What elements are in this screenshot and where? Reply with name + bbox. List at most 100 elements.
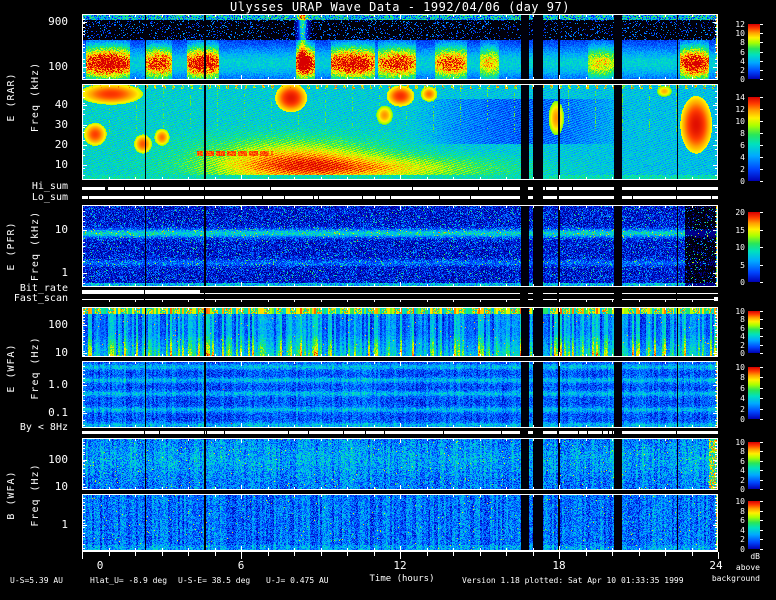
ytick-label: 900 xyxy=(48,15,68,28)
colorbar-label: 6 xyxy=(740,383,745,393)
time-tick xyxy=(453,552,454,556)
colorbar-label: 0 xyxy=(740,75,745,84)
time-tick xyxy=(639,552,640,556)
ytick-label: 10 xyxy=(54,346,68,359)
colorbar-tick xyxy=(760,409,763,410)
colorbar-label: 6 xyxy=(740,516,745,526)
ephemeris-item-2: U-S-E= 38.5 deg xyxy=(178,576,251,585)
time-tick xyxy=(188,552,189,556)
ytick-label: 0.1 xyxy=(48,406,68,419)
urap-wave-data-plot: Ulysses URAP Wave Data - 1992/04/06 (day… xyxy=(0,0,776,600)
ytick-label: 1.0 xyxy=(48,378,68,391)
time-tick xyxy=(109,552,110,556)
colorbar-label: 5 xyxy=(740,260,745,270)
colorbar-rar-high xyxy=(748,24,760,79)
time-tick xyxy=(215,552,216,556)
colorbar-tick xyxy=(760,157,763,158)
colorbar-label: 8 xyxy=(740,38,745,48)
time-tick xyxy=(533,552,534,556)
colorbar-tick xyxy=(760,520,763,521)
colorbar-tick xyxy=(760,489,763,490)
colorbar-label: 6 xyxy=(740,456,745,466)
colorbar-label: 10 xyxy=(735,243,745,252)
instrument-label-3: B (WFA) xyxy=(6,470,17,520)
colorbar-label: 10 xyxy=(735,497,745,506)
colorbar-tick xyxy=(760,367,763,368)
ephemeris-item-3: U-J= 0.475 AU xyxy=(266,576,329,585)
time-tick xyxy=(586,552,587,556)
hour-label: 6 xyxy=(237,559,245,572)
colorbar-label: 2 xyxy=(740,404,745,414)
colorbar-wfa-e-lo xyxy=(748,367,760,419)
colorbar-tick xyxy=(760,336,763,337)
strip-lo-sum xyxy=(82,196,718,201)
time-tick xyxy=(692,552,693,556)
plot-title: Ulysses URAP Wave Data - 1992/04/06 (day… xyxy=(230,0,570,14)
colorbar-label: 6 xyxy=(740,141,745,150)
colorbar-tick xyxy=(760,549,763,550)
time-tick xyxy=(718,552,719,559)
spectrogram-wfa-b-high xyxy=(82,438,718,490)
colorbar-rar-low xyxy=(748,97,760,181)
colorbar-tick xyxy=(760,398,763,399)
colorbar-wfa-e-hi xyxy=(748,311,760,353)
colorbar-tick xyxy=(760,145,763,146)
ytick-label: 1 xyxy=(61,518,68,531)
time-tick xyxy=(347,552,348,556)
colorbar-tick xyxy=(760,282,763,283)
colorbar-tick xyxy=(760,419,763,420)
hour-label: 12 xyxy=(393,559,407,572)
ephemeris-item-1: Hlat_U= -8.9 deg xyxy=(90,576,168,585)
time-tick xyxy=(480,552,481,556)
colorbar-label: 4 xyxy=(740,466,745,476)
ytick-label: 100 xyxy=(48,453,68,466)
time-tick xyxy=(294,552,295,556)
colorbar-tick xyxy=(760,33,763,34)
colorbar-tick xyxy=(760,70,763,71)
colorbar-wfa-b-hi xyxy=(748,442,760,489)
ytick-label: 100 xyxy=(48,318,68,331)
strip-label: By < 8Hz xyxy=(19,422,68,433)
spectrogram-pfr xyxy=(82,205,718,287)
colorbar-tick xyxy=(760,319,763,320)
strip-label: Hi_sum xyxy=(31,181,68,192)
ytick-label: 100 xyxy=(48,60,68,73)
version-text: Version 1.18 plotted: Sat Apr 10 01:33:3… xyxy=(462,576,684,585)
colorbar-label: 8 xyxy=(740,447,745,457)
colorbar-tick xyxy=(760,345,763,346)
strip-label: Lo_sum xyxy=(31,192,68,203)
time-tick xyxy=(427,552,428,556)
colorbar-tick xyxy=(760,353,763,354)
colorbar-tick xyxy=(760,133,763,134)
colorbar-tick xyxy=(760,501,763,502)
colorbar-label: 2 xyxy=(740,535,745,545)
strip-hi-sum xyxy=(82,187,718,192)
spectrogram-wfa-b-low xyxy=(82,494,718,551)
spectrogram-rar-high xyxy=(82,14,718,80)
colorbar-label: 4 xyxy=(740,153,745,162)
colorbar-label: 0 xyxy=(740,278,745,287)
colorbar-tick xyxy=(760,230,763,231)
colorbar-label: 8 xyxy=(740,373,745,383)
colorbar-tick xyxy=(760,97,763,98)
colorbar-tick xyxy=(760,181,763,182)
colorbar-label: 0 xyxy=(740,349,745,358)
time-tick xyxy=(82,552,83,559)
strip-fast-scan xyxy=(82,297,718,302)
colorbar-label: 6 xyxy=(740,47,745,57)
colorbar-tick xyxy=(760,451,763,452)
hour-label: 24 xyxy=(709,559,723,572)
colorbar-label: 15 xyxy=(735,225,745,235)
colorbar-label: 8 xyxy=(740,506,745,516)
colorbar-caption-line2: above xyxy=(735,563,760,572)
colorbar-tick xyxy=(760,388,763,389)
strip-by-8hz xyxy=(82,431,718,436)
colorbar-label: 0 xyxy=(740,177,745,186)
colorbar-label: 10 xyxy=(735,363,745,372)
ytick-label: 1 xyxy=(61,266,68,279)
colorbar-tick xyxy=(760,328,763,329)
colorbar-tick xyxy=(760,530,763,531)
colorbar-label: 10 xyxy=(735,29,745,39)
colorbar-label: 8 xyxy=(740,129,745,138)
colorbar-tick xyxy=(760,61,763,62)
